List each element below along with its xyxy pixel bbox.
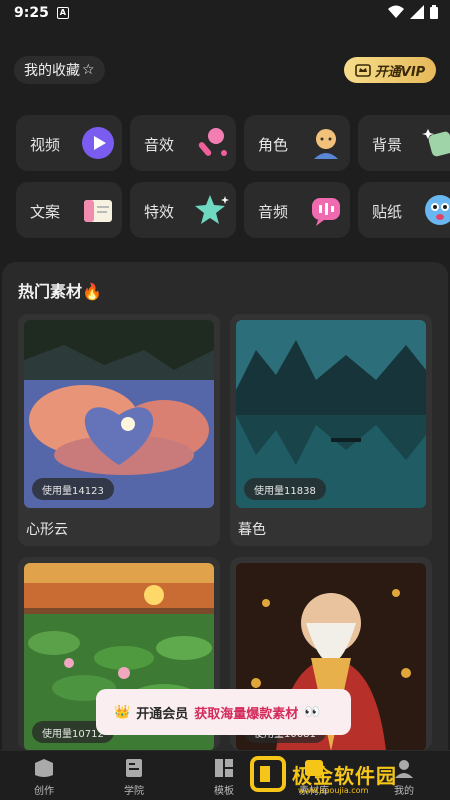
category-copywriting[interactable]: 文案 [16, 182, 122, 238]
nav-label: 创作 [34, 786, 54, 797]
status-icons [388, 5, 438, 19]
wifi-icon [388, 5, 404, 18]
battery-icon [430, 5, 438, 19]
material-name: 心形云 [26, 522, 68, 538]
material-card[interactable]: 使用量14123 心形云 [18, 314, 220, 546]
create-icon [35, 759, 53, 777]
category-label: 贴纸 [372, 203, 403, 221]
watermark-text: 极金软件园 [292, 763, 397, 788]
category-video[interactable]: 视频 [16, 115, 122, 171]
hot-title-label: 热门素材 [18, 282, 83, 301]
star-icon: ☆ [82, 62, 95, 78]
category-background[interactable]: 背景 [358, 115, 450, 171]
category-effects[interactable]: 特效 [130, 182, 236, 238]
category-audio[interactable]: 音频 [244, 182, 350, 238]
category-label: 音频 [258, 203, 289, 221]
status-time: 9:25 [14, 5, 49, 21]
status-bar: 9:25 A [0, 0, 450, 26]
section-title: 热门素材🔥 [18, 278, 102, 302]
material-card[interactable]: 使用量11838 暮色 [230, 314, 432, 546]
watermark-url: www.apoujia.com [298, 786, 369, 795]
toast-prefix: 开通会员 [136, 706, 189, 722]
watermark: 极金软件园 www.apoujia.com [250, 748, 445, 800]
sparkle-star-icon [195, 195, 229, 224]
usage-badge: 使用量14123 [32, 478, 114, 500]
category-label: 角色 [258, 136, 289, 154]
category-character[interactable]: 角色 [244, 115, 350, 171]
nav-label: 学院 [124, 786, 144, 797]
signal-icon [410, 5, 424, 19]
category-label: 背景 [372, 136, 403, 154]
top-bar: 我的收藏 ☆ 开通VIP [14, 56, 436, 86]
usage-badge: 使用量11838 [244, 478, 326, 500]
vip-label: 开通VIP [374, 64, 426, 80]
notification-icon: A [56, 7, 69, 19]
category-label: 音效 [144, 136, 175, 154]
category-label: 特效 [144, 203, 175, 221]
vip-promo-toast[interactable]: 👑 开通会员 获取海量爆款素材 👀 [96, 689, 351, 735]
nav-template[interactable]: 模板 [194, 757, 254, 797]
nav-label: 模板 [214, 786, 234, 797]
favorites-label: 我的收藏 [24, 63, 80, 79]
watermark-logo-icon [250, 756, 286, 792]
category-sticker[interactable]: 贴纸 [358, 182, 450, 238]
material-name: 暮色 [238, 522, 266, 538]
audio-speech-icon [312, 198, 340, 226]
gem-icon [422, 129, 450, 157]
academy-icon [126, 759, 142, 777]
notebook-icon [84, 200, 112, 222]
nav-academy[interactable]: 学院 [104, 757, 164, 797]
crown-icon: 👑 [114, 704, 131, 720]
favorites-button[interactable]: 我的收藏 ☆ [14, 56, 105, 84]
fire-icon: 🔥 [82, 282, 102, 301]
eyes-icon: 👀 [304, 704, 321, 720]
play-icon [82, 127, 114, 159]
character-icon [314, 129, 338, 159]
toast-highlight: 获取海量爆款素材 [194, 706, 299, 722]
open-vip-button[interactable]: 开通VIP [344, 57, 436, 83]
crown-badge-icon [354, 64, 371, 77]
category-label: 视频 [30, 136, 61, 154]
ghost-sticker-icon [425, 195, 450, 225]
category-sound-effect[interactable]: 音效 [130, 115, 236, 171]
microphone-icon [198, 128, 227, 156]
template-icon [215, 759, 233, 777]
category-label: 文案 [30, 203, 61, 221]
nav-create[interactable]: 创作 [14, 757, 74, 797]
